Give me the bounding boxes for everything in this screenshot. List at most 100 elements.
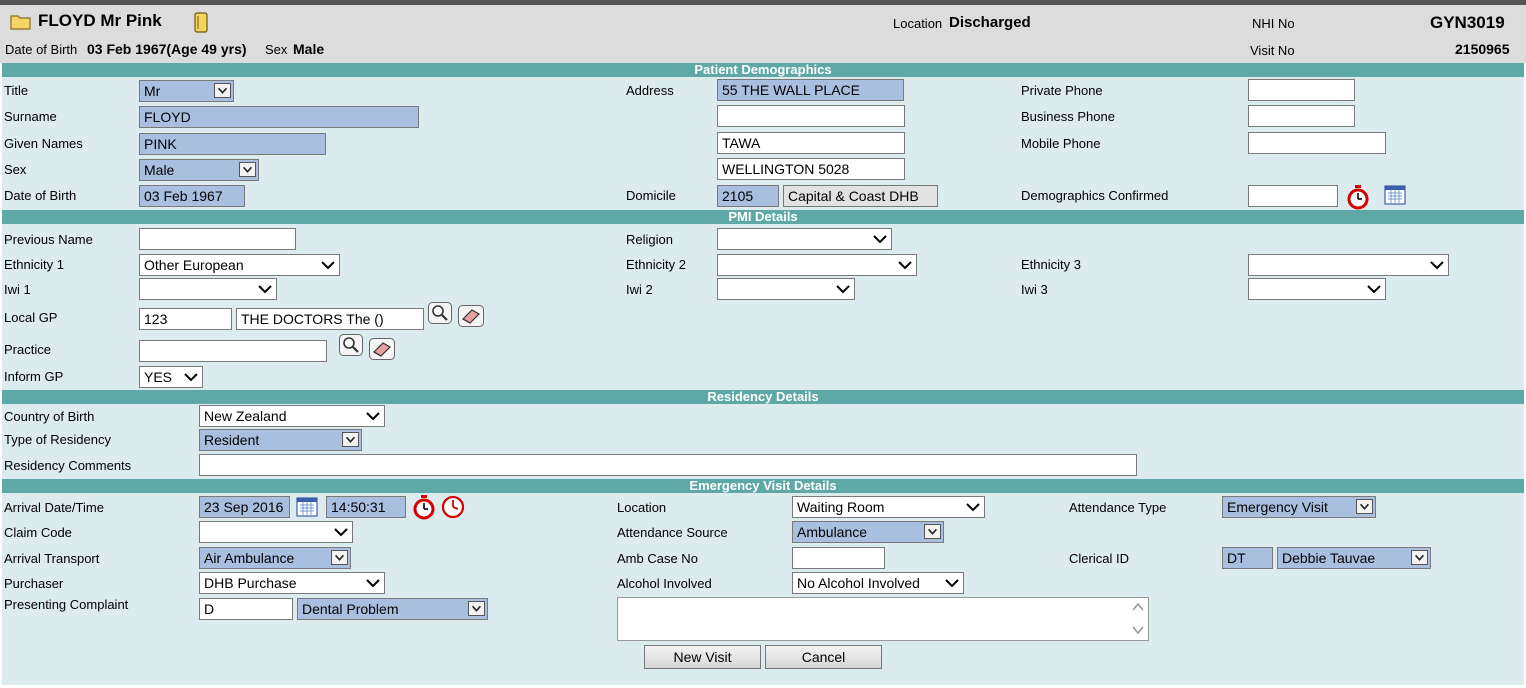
demographics-confirmed-field[interactable] [1248,185,1338,207]
eraser-icon[interactable] [458,305,484,327]
religion-select[interactable] [717,228,892,250]
claim-code-select[interactable] [199,521,353,543]
chevron-down-icon [331,550,348,565]
section-residency-details: Residency Details [2,390,1524,404]
cancel-button[interactable]: Cancel [765,645,882,669]
inform-gp-select[interactable]: YES [139,366,203,388]
local-gp-label: Local GP [4,310,58,325]
arrival-time-field[interactable]: 14:50:31 [326,496,406,518]
ethnicity3-select[interactable] [1248,254,1449,276]
dob-field[interactable]: 03 Feb 1967 [139,185,245,207]
patient-name: FLOYD Mr Pink [38,11,162,30]
chevron-down-icon[interactable] [1131,624,1145,636]
new-visit-button[interactable]: New Visit [644,645,761,669]
attendance-type-label: Attendance Type [1069,500,1167,515]
chevron-down-icon [836,285,850,294]
ethnicity1-label: Ethnicity 1 [4,257,64,272]
alcohol-involved-select[interactable]: No Alcohol Involved [792,572,964,594]
attendance-source-select[interactable]: Ambulance [792,521,944,543]
chevron-up-icon[interactable] [1131,601,1145,613]
purchaser-label: Purchaser [4,576,64,591]
ethnicity3-label: Ethnicity 3 [1021,257,1081,272]
chevron-down-icon [898,261,912,270]
sex-select[interactable]: Male [139,159,259,181]
surname-field[interactable]: FLOYD [139,106,419,128]
type-of-residency-select[interactable]: Resident [199,429,362,451]
ethnicity2-select[interactable] [717,254,917,276]
local-gp-name-field[interactable]: THE DOCTORS The () [236,308,424,330]
address-line4-value: WELLINGTON 5028 [722,161,850,177]
address-line3-field[interactable]: TAWA [717,132,905,154]
title-select[interactable]: Mr [139,80,234,102]
iwi3-select[interactable] [1248,278,1386,300]
given-names-value: PINK [144,136,177,152]
clock-icon[interactable] [440,494,466,520]
mobile-phone-field[interactable] [1248,132,1386,154]
arrival-date-field[interactable]: 23 Sep 2016 [199,496,290,518]
chevron-down-icon [924,524,941,539]
calendar-icon[interactable] [1384,184,1406,206]
chevron-down-icon [366,579,380,588]
local-gp-code-field[interactable]: 123 [139,308,232,330]
nhi-label: NHI No [1252,16,1295,31]
arrival-transport-select[interactable]: Air Ambulance [199,547,351,569]
chevron-down-icon [258,285,272,294]
stopwatch-icon[interactable] [1345,184,1371,210]
mobile-phone-label: Mobile Phone [1021,136,1101,151]
chevron-down-icon [1367,285,1381,294]
magnifier-icon[interactable] [339,334,363,356]
arrival-transport-value: Air Ambulance [204,550,295,566]
residency-comments-field[interactable] [199,454,1137,476]
arrival-transport-label: Arrival Transport [4,551,100,566]
presenting-complaint-code-field[interactable]: D [199,598,293,620]
magnifier-icon[interactable] [428,302,452,324]
practice-field[interactable] [139,340,327,362]
chevron-down-icon [239,162,256,177]
clerical-id-code-field[interactable]: DT [1222,547,1273,569]
amb-case-no-field[interactable] [792,547,885,569]
ev-location-select[interactable]: Waiting Room [792,496,985,518]
domicile-code-value: 2105 [722,188,754,204]
previous-name-field[interactable] [139,228,296,250]
iwi2-label: Iwi 2 [626,282,653,297]
domicile-label: Domicile [626,188,676,203]
residency-comments-label: Residency Comments [4,458,132,473]
notebook-icon[interactable] [193,12,209,34]
private-phone-field[interactable] [1248,79,1355,101]
purchaser-select[interactable]: DHB Purchase [199,572,385,594]
domicile-name-value: Capital & Coast DHB [788,188,919,204]
stopwatch-icon[interactable] [411,494,437,520]
business-phone-field[interactable] [1248,105,1355,127]
practice-label: Practice [4,342,51,357]
iwi3-label: Iwi 3 [1021,282,1048,297]
attendance-type-value: Emergency Visit [1227,499,1328,515]
inform-gp-value: YES [144,369,173,385]
nhi-value: GYN3019 [1430,13,1505,32]
country-of-birth-select[interactable]: New Zealand [199,405,385,427]
calendar-icon[interactable] [296,496,318,518]
ethnicity1-value: Other European [144,257,244,273]
location-value: Discharged [949,14,1031,31]
iwi2-select[interactable] [717,278,855,300]
chevron-down-icon [468,601,485,616]
domicile-code-field[interactable]: 2105 [717,185,779,207]
address-line2-field[interactable] [717,105,905,127]
eraser-icon[interactable] [369,338,395,360]
ethnicity1-select[interactable]: Other European [139,254,340,276]
given-names-field[interactable]: PINK [139,133,326,155]
visit-notes-textarea[interactable] [617,597,1149,641]
clerical-id-select[interactable]: Debbie Tauvae [1277,547,1431,569]
type-of-residency-label: Type of Residency [4,432,111,447]
attendance-source-value: Ambulance [797,524,868,540]
presenting-complaint-select[interactable]: Dental Problem [297,598,488,620]
clerical-id-code-value: DT [1227,550,1246,566]
chevron-down-icon [214,83,231,98]
chevron-down-icon [945,579,959,588]
visit-notes-scrollbar[interactable] [1128,598,1148,640]
surname-label: Surname [4,109,57,124]
attendance-type-select[interactable]: Emergency Visit [1222,496,1376,518]
presenting-complaint-label: Presenting Complaint [4,597,129,612]
address-line4-field[interactable]: WELLINGTON 5028 [717,158,905,180]
address-line1-field[interactable]: 55 THE WALL PLACE [717,79,904,101]
iwi1-select[interactable] [139,278,277,300]
